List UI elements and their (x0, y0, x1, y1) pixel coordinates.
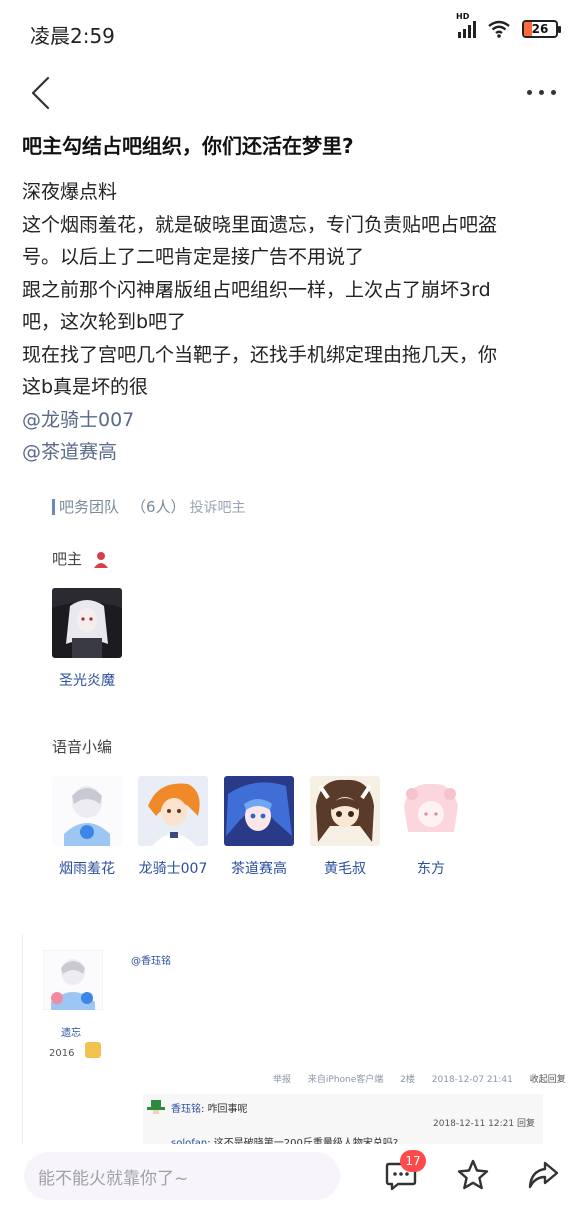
report-owner-link: 投诉吧主 (189, 499, 246, 516)
member-name: 烟雨羞花 (59, 861, 115, 877)
member-name: 东方 (417, 861, 445, 877)
status-time: 凌晨2:59 (30, 24, 115, 48)
team-header: 吧务团队 （6人） 投诉吧主 (52, 496, 246, 517)
reply-level: 2016 (49, 1048, 75, 1059)
sub-reply: 香珏铭: 咋回事呢 (171, 1104, 248, 1115)
reply-meta: 举报 来自iPhone客户端 2楼 2018-12-07 21:41 收起回复 (273, 1072, 566, 1085)
bottom-bar: 能不能火就靠你了~ 17 (0, 1144, 580, 1208)
member-name: 茶道赛高 (231, 861, 287, 877)
post-line: 号。以后上了二吧肯定是接广告不用说了 (22, 246, 365, 268)
battery-icon: 26 (522, 20, 561, 38)
reply-screenshot-image: 遗忘 2016 @香珏铭 举报 来自iPhone客户端 2楼 2018-12-0… (22, 934, 580, 1154)
team-count: （6人） (131, 498, 186, 516)
share-icon[interactable] (526, 1158, 560, 1192)
member-name: 圣光炎魔 (59, 673, 115, 689)
avatar (224, 776, 294, 846)
owner-person-icon (93, 551, 108, 568)
member-name: 龙骑士007 (138, 861, 208, 877)
avatar (396, 776, 466, 846)
editor-section-label: 语音小编 (52, 738, 113, 756)
sub-reply-meta: 2018-12-11 12:21 回复 (433, 1116, 535, 1129)
owner-label: 吧主 (52, 550, 83, 568)
member-name: 黄毛叔 (324, 861, 366, 877)
header-accent-bar (52, 498, 55, 515)
mention-link[interactable]: @龙骑士007 (22, 404, 562, 437)
post-line: 吧，这次轮到b吧了 (22, 311, 187, 333)
post-line: 这个烟雨羞花，就是破晓里面遗忘，专门负责贴吧占吧盗 (22, 213, 498, 236)
avatar (52, 588, 122, 658)
signal-hd-label: HD (456, 12, 470, 21)
level-badge-icon (85, 1042, 101, 1058)
comment-count-badge: 17 (400, 1150, 426, 1172)
post-title: 吧主勾结占吧组织，你们还活在梦里? (22, 134, 354, 158)
report-link: 举报 (273, 1075, 292, 1085)
battery-level: 26 (531, 22, 549, 36)
team-header-label: 吧务团队 (59, 498, 120, 516)
status-bar: 凌晨2:59 HD 26 (0, 0, 580, 60)
post-line: 跟之前那个闪神屠版组占吧组织一样，上次占了崩坏3rd (22, 278, 491, 301)
back-arrow-icon[interactable] (28, 76, 54, 110)
nav-bar (0, 68, 580, 118)
editor-member: 黄毛叔 (307, 776, 383, 878)
sub-reply-time: 2018-12-11 12:21 (433, 1119, 515, 1129)
avatar (310, 776, 380, 846)
hat-avatar-icon (147, 1100, 165, 1114)
avatar (138, 776, 208, 846)
sub-reply-user: 香珏铭 (171, 1104, 201, 1115)
editor-member: 茶道赛高 (221, 776, 297, 878)
post-line: 这b真是坏的很 (22, 376, 149, 398)
reply-source: 来自iPhone客户端 (307, 1075, 384, 1085)
editor-member: 烟雨羞花 (49, 776, 125, 878)
editor-member: 龙骑士007 (135, 776, 211, 878)
signal-icon: HD (456, 12, 476, 38)
collapse-replies-link: 收起回复 (529, 1075, 566, 1085)
reply-floor: 2楼 (400, 1075, 415, 1085)
sub-reply-action: 回复 (516, 1119, 535, 1129)
sub-reply-text: 咋回事呢 (207, 1104, 248, 1115)
reply-time: 2018-12-07 21:41 (431, 1075, 513, 1085)
owner-section-label: 吧主 (52, 548, 109, 569)
comment-input[interactable]: 能不能火就靠你了~ (24, 1152, 340, 1200)
avatar (52, 776, 122, 846)
post-body: 深夜爆点料 这个烟雨羞花，就是破晓里面遗忘，专门负责贴吧占吧盗 号。以后上了二吧… (22, 176, 562, 469)
post-line: 深夜爆点料 (22, 181, 118, 203)
star-icon[interactable] (456, 1158, 490, 1192)
reply-mention: @香珏铭 (131, 956, 171, 967)
post-line: 现在找了宫吧几个当靶子，还找手机绑定理由拖几天，你 (22, 343, 498, 366)
more-options-icon[interactable] (527, 80, 556, 105)
owner-member: 圣光炎魔 (49, 588, 125, 690)
wifi-icon (488, 20, 510, 38)
mention-link[interactable]: @茶道赛高 (22, 436, 562, 469)
reply-avatar (42, 949, 104, 1011)
status-icons: HD 26 (456, 12, 561, 38)
reply-username: 遗忘 (61, 1028, 81, 1039)
editor-member: 东方 (393, 776, 469, 878)
team-card-image: 吧务团队 （6人） 投诉吧主 吧主 圣光炎魔 语音小编 烟雨羞花 龙骑士007 … (28, 478, 556, 918)
